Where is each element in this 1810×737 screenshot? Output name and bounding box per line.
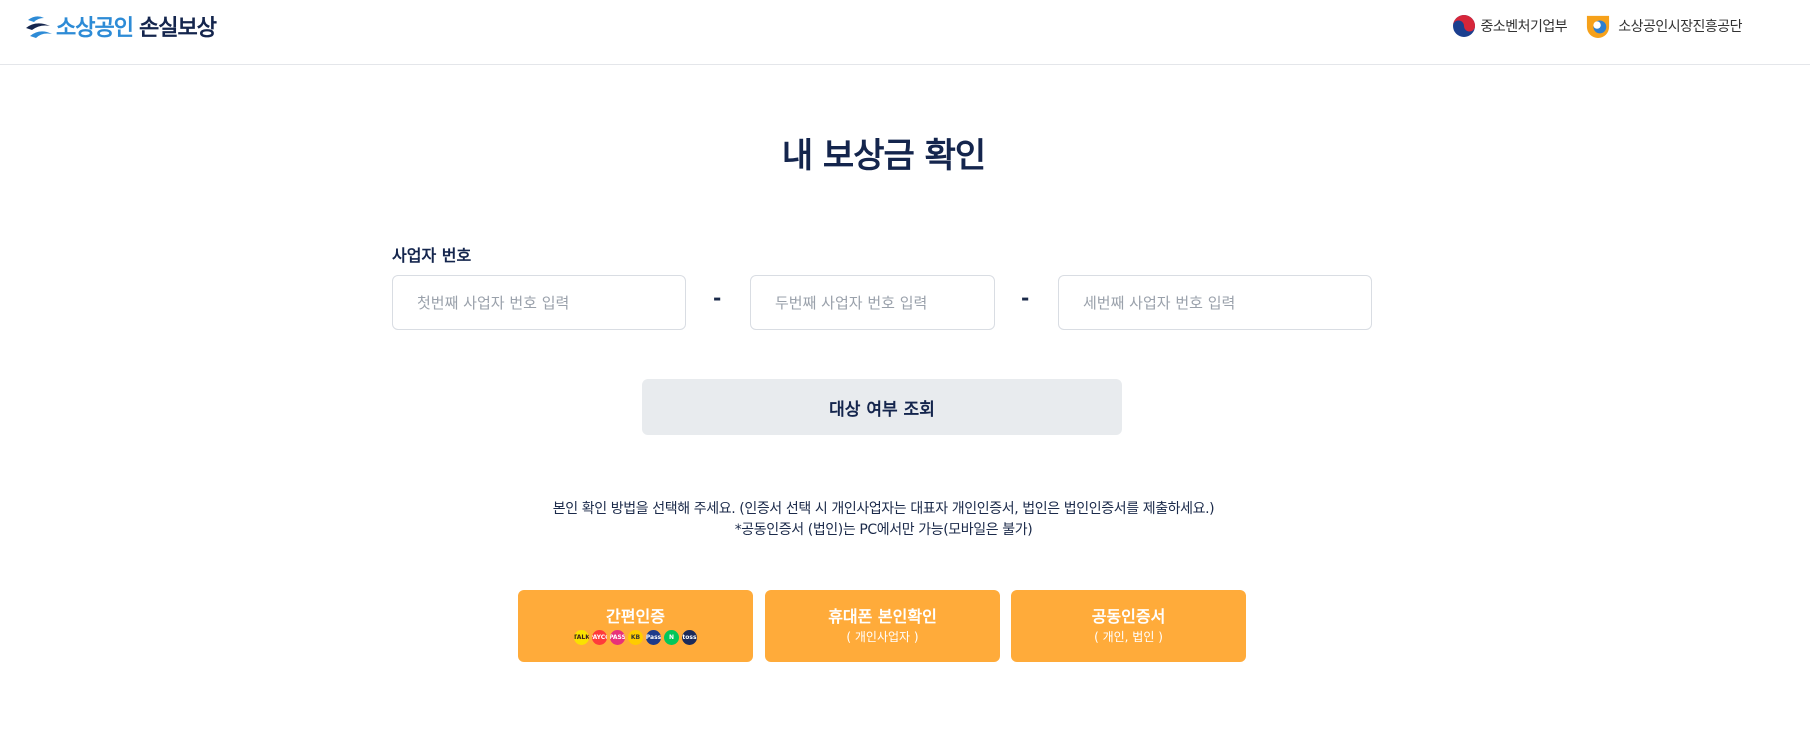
org-semas[interactable]: 소상공인시장진흥공단: [1583, 14, 1742, 38]
kakao-icon: TALK: [574, 630, 589, 645]
auth-notice: 본인 확인 방법을 선택해 주세요. (인증서 선택 시 개인사업자는 대표자 …: [0, 499, 1767, 541]
phone-auth-button[interactable]: 휴대폰 본인확인 ( 개인사업자 ): [765, 590, 1000, 662]
toss-icon: toss: [682, 630, 697, 645]
certificate-auth-button[interactable]: 공동인증서 ( 개인, 법인 ): [1011, 590, 1246, 662]
logo-text-secondary: 손실보상: [138, 16, 217, 41]
auth-notice-line1: 본인 확인 방법을 선택해 주세요. (인증서 선택 시 개인사업자는 대표자 …: [552, 501, 1215, 517]
semas-logo-icon: [1587, 15, 1610, 38]
org-mss-name: 중소벤처기업부: [1480, 19, 1568, 35]
business-number-part2-input[interactable]: [750, 275, 995, 330]
logo-text-primary: 소상공인: [56, 16, 134, 41]
org-logos: 중소벤처기업부 소상공인시장진흥공단: [1436, 14, 1742, 38]
business-number-part3-input[interactable]: [1058, 275, 1372, 330]
business-number-part1-input[interactable]: [392, 275, 686, 330]
org-mss[interactable]: 중소벤처기업부: [1452, 14, 1568, 38]
org-semas-name: 소상공인시장진흥공단: [1618, 19, 1742, 35]
simple-auth-label: 간편인증: [606, 607, 665, 626]
site-header: 소상공인 손실보상 중소벤처기업부 소상공인시장진흥공단: [0, 0, 1810, 65]
logo-wave-icon: [26, 16, 52, 38]
payco-icon: PAYCO: [592, 630, 607, 645]
phone-auth-sublabel: ( 개인사업자 ): [846, 630, 919, 644]
separator-dash: -: [1021, 286, 1030, 310]
site-logo[interactable]: 소상공인 손실보상: [26, 10, 217, 42]
pass-icon: PASS: [610, 630, 625, 645]
separator-dash: -: [713, 286, 722, 310]
samsung-pass-icon: Pass: [646, 630, 661, 645]
kb-icon: KB: [628, 630, 643, 645]
naver-icon: N: [664, 630, 679, 645]
simple-auth-provider-icons: TALK PAYCO PASS KB Pass N toss: [574, 630, 697, 645]
taegeuk-icon: [1452, 15, 1475, 37]
certificate-auth-label: 공동인증서: [1091, 607, 1166, 626]
business-number-label: 사업자 번호: [392, 246, 472, 265]
page-title: 내 보상금 확인: [781, 136, 986, 176]
phone-auth-label: 휴대폰 본인확인: [828, 607, 937, 626]
auth-notice-line2: *공동인증서 (법인)는 PC에서만 가능(모바일은 불가): [734, 522, 1033, 538]
simple-auth-button[interactable]: 간편인증 TALK PAYCO PASS KB Pass N toss: [518, 590, 753, 662]
certificate-auth-sublabel: ( 개인, 법인 ): [1094, 630, 1163, 644]
check-eligibility-button[interactable]: 대상 여부 조회: [642, 379, 1122, 435]
